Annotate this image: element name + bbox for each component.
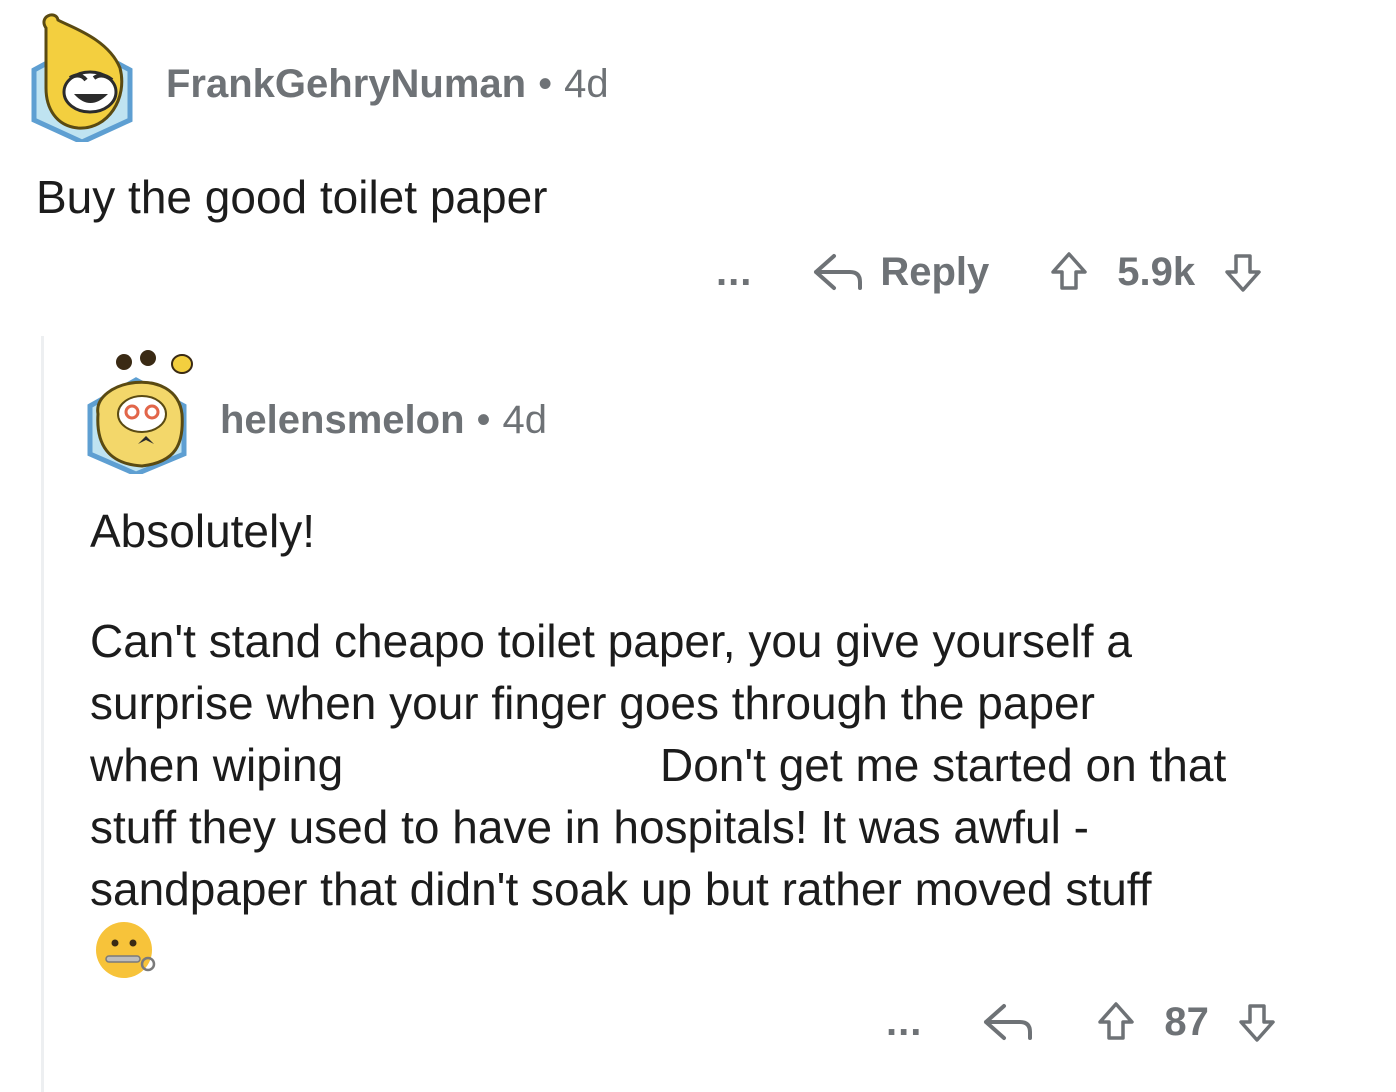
comment-body-line: Don't get me started on that [660,739,1227,791]
username-helensmelon[interactable]: helensmelon [220,398,465,442]
thread-line[interactable] [41,336,44,1092]
comment-body-line: Can't stand cheapo toilet paper, you giv… [90,615,1132,667]
vote-controls: 5.9k [1047,250,1265,294]
reply-label: Reply [880,250,990,294]
username-frankgehrynuman[interactable]: FrankGehryNuman [166,62,526,106]
comment-actions-1: ... Reply 5.9k [716,250,1265,294]
comment-age: 4d [502,398,548,442]
reply-button[interactable] [980,1000,1036,1044]
comment-meta-2: helensmelon • 4d [220,400,547,440]
comment-body-line: when wiping [90,739,344,791]
bee-costume-avatar-icon [87,350,193,474]
comment-body-line: sandpaper that didn't soak up but rather… [90,863,1152,915]
zipper-mouth-emoji [92,920,158,980]
downvote-arrow-icon[interactable] [1235,1000,1279,1044]
reply-arrow-icon [814,254,863,290]
meta-separator: • [476,398,491,442]
avatar-frankgehrynuman[interactable] [28,8,136,142]
upvote-arrow-icon[interactable] [1094,1000,1138,1044]
comment-body-line: stuff they used to have in hospitals! It… [90,801,1089,853]
comment-actions-2: ... 87 [886,1000,1279,1044]
reply-button[interactable]: Reply [810,250,989,294]
comment-body-1: Buy the good toilet paper [36,171,548,223]
comment-body-line: surprise when your finger goes through t… [90,677,1095,729]
more-options-button[interactable]: ... [716,252,752,292]
meta-separator: • [538,62,553,106]
comment-body-line: Absolutely! [90,505,316,557]
comment-age: 4d [564,62,609,106]
reply-arrow-icon [984,1004,1033,1040]
upvote-arrow-icon[interactable] [1047,250,1091,294]
more-options-button[interactable]: ... [886,1002,922,1042]
zipper-mouth-face-icon [96,922,156,978]
vote-score: 5.9k [1117,250,1196,294]
avatar-helensmelon[interactable] [86,344,198,474]
vote-controls: 87 [1094,1000,1279,1044]
vote-score: 87 [1164,1000,1209,1044]
comment-meta-1: FrankGehryNuman • 4d [166,64,609,104]
banana-avatar-icon [31,13,133,142]
downvote-arrow-icon[interactable] [1221,250,1265,294]
